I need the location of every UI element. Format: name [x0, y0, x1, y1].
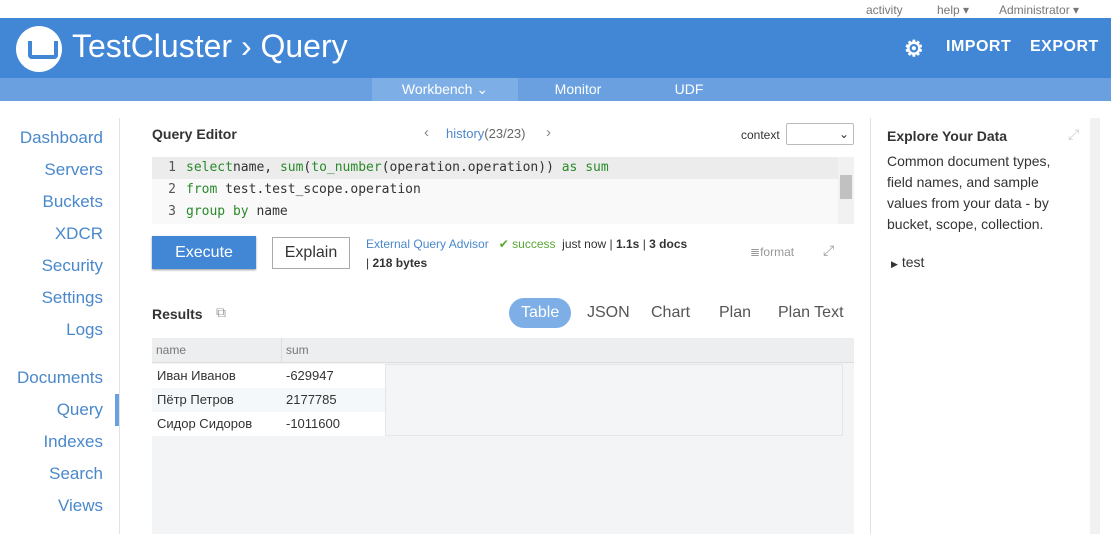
sidebar-item-servers[interactable]: Servers	[44, 160, 103, 180]
sidebar-item-indexes[interactable]: Indexes	[43, 432, 103, 452]
code-token: as	[561, 160, 578, 175]
panel-scrollbar[interactable]	[1090, 118, 1100, 534]
table-row: Иван Иванов -629947	[152, 364, 385, 388]
line-number: 1	[168, 160, 176, 175]
editor-scrollbar[interactable]	[838, 157, 854, 224]
gear-icon[interactable]: ⚙	[904, 36, 924, 62]
column-header-name[interactable]: name	[156, 338, 186, 362]
tab-udf[interactable]: UDF	[660, 78, 718, 101]
panel-divider	[870, 118, 871, 534]
tab-workbench[interactable]: Workbench ⌄	[372, 78, 518, 101]
code-line[interactable]: 3 group by name	[152, 201, 838, 223]
code-token: sum	[585, 160, 609, 175]
sub-nav: Workbench ⌄ Monitor UDF	[0, 78, 1111, 101]
top-links: activity help ▾ Administrator ▾	[0, 0, 1111, 18]
copy-icon[interactable]: ⧉	[216, 304, 226, 321]
code-token: group by	[186, 204, 249, 219]
sidebar-item-views[interactable]: Views	[58, 496, 103, 516]
import-button[interactable]: IMPORT	[946, 38, 1011, 56]
export-button[interactable]: EXPORT	[1030, 38, 1099, 56]
explore-title: Explore Your Data	[887, 128, 1008, 144]
tab-chart[interactable]: Chart	[639, 298, 702, 328]
context-label: context	[741, 128, 780, 142]
cell-name: Пётр Петров	[157, 392, 234, 407]
history-label[interactable]: history	[446, 126, 484, 141]
cell-sum: -1011600	[286, 416, 340, 431]
table-row: Сидор Сидоров -1011600	[152, 412, 385, 436]
status-docs: 3 docs	[649, 237, 688, 251]
page-title: TestCluster › Query	[72, 28, 348, 64]
explore-description: Common document types, field names, and …	[887, 153, 1051, 232]
code-token: (operation.operation))	[381, 160, 562, 175]
line-number: 2	[168, 182, 176, 197]
header: TestCluster › Query ⚙ IMPORT EXPORT	[0, 18, 1111, 78]
code-line[interactable]: 1 selectname, sum(to_number(operation.ope…	[152, 157, 838, 179]
code-token: sum	[279, 160, 304, 175]
sidebar-item-buckets[interactable]: Buckets	[43, 192, 103, 212]
sidebar-item-security[interactable]: Security	[42, 256, 103, 276]
sidebar-item-dashboard[interactable]: Dashboard	[20, 128, 103, 148]
divider	[119, 118, 120, 534]
explain-button[interactable]: Explain	[272, 237, 350, 269]
tab-monitor[interactable]: Monitor	[540, 78, 616, 101]
tab-plan-text[interactable]: Plan Text	[766, 298, 856, 328]
cell-name: Сидор Сидоров	[157, 416, 253, 431]
sidebar-item-query[interactable]: Query	[57, 400, 103, 420]
format-label: format	[760, 245, 795, 259]
expand-panel-icon[interactable]: ⤢	[1068, 126, 1079, 143]
tab-plan[interactable]: Plan	[707, 298, 763, 328]
tab-table[interactable]: Table	[509, 298, 572, 328]
sidebar-item-search[interactable]: Search	[49, 464, 103, 484]
line-number: 3	[168, 204, 176, 219]
query-advisor-link[interactable]: External Query Advisor	[366, 237, 489, 251]
execute-button[interactable]: Execute	[152, 236, 256, 269]
table-row: Пётр Петров 2177785	[152, 388, 385, 412]
results-table: name sum Иван Иванов -629947 Пётр Петров 21…	[152, 338, 854, 534]
code-token: test.test_scope.operation	[217, 182, 421, 197]
history-count: (23/23)	[484, 126, 526, 141]
code-token: to_number	[311, 160, 382, 175]
tree-item-label: test	[901, 254, 925, 270]
status-size: 218 bytes	[372, 256, 428, 270]
status-time: 1.1s	[616, 237, 640, 251]
query-editor[interactable]: 1 selectname, sum(to_number(operation.ope…	[152, 157, 854, 224]
activity-link[interactable]: activity	[866, 3, 903, 17]
code-token: name,	[232, 160, 280, 175]
expand-icon[interactable]: ⤢	[823, 242, 834, 259]
admin-menu[interactable]: Administrator ▾	[999, 3, 1079, 17]
status-text: success	[512, 237, 556, 251]
code-token: from	[186, 182, 218, 197]
editor-title: Query Editor	[152, 126, 237, 142]
caret-right-icon: ▶	[891, 259, 898, 269]
success-check-icon: ✔	[498, 237, 509, 251]
code-token: name	[248, 204, 288, 219]
sidebar-item-xdcr[interactable]: XDCR	[55, 224, 103, 244]
status-when: just now	[562, 237, 607, 251]
context-select[interactable]: ⌄	[786, 123, 854, 145]
code-line[interactable]: 2 from test.test_scope.operation	[152, 179, 838, 201]
help-menu[interactable]: help ▾	[937, 3, 969, 17]
format-button[interactable]: ≣format	[750, 245, 794, 259]
history-next-icon[interactable]: ›	[546, 124, 551, 141]
results-title: Results	[152, 306, 203, 322]
tab-json[interactable]: JSON	[575, 298, 642, 328]
sidebar-item-documents[interactable]: Documents	[17, 368, 103, 388]
sidebar-item-logs[interactable]: Logs	[66, 320, 103, 340]
history-link[interactable]: history(23/23)	[446, 126, 526, 141]
sidebar-item-settings[interactable]: Settings	[42, 288, 103, 308]
tree-item-test[interactable]: ▶ test	[891, 254, 924, 270]
column-header-sum[interactable]: sum	[286, 338, 309, 362]
history-prev-icon[interactable]: ‹	[424, 124, 429, 141]
couchbase-logo[interactable]	[16, 26, 62, 72]
table-header: name sum	[152, 338, 854, 363]
cell-sum: -629947	[286, 368, 334, 383]
cell-name: Иван Иванов	[157, 368, 236, 383]
code-token: select	[186, 160, 233, 175]
cell-sum: 2177785	[286, 392, 337, 407]
